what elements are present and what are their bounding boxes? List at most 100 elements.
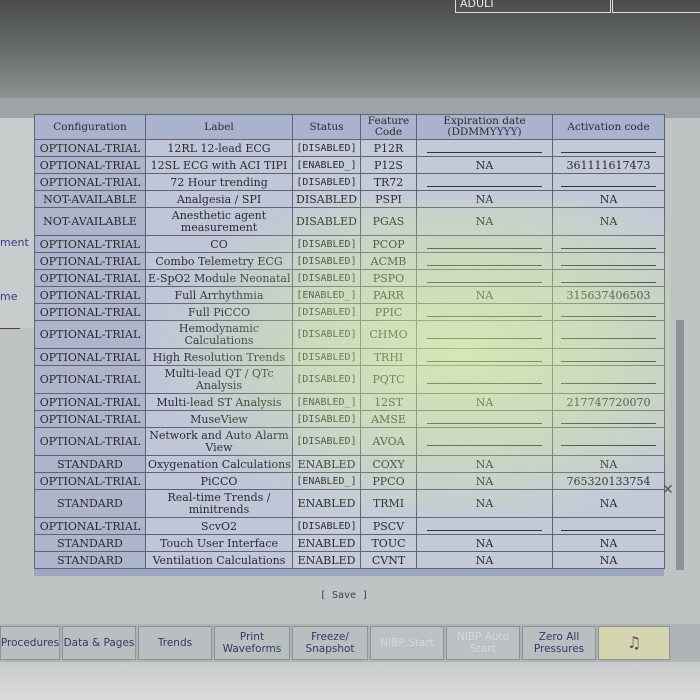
expiration-date-input[interactable] [426,274,543,283]
activation-code-cell[interactable] [552,410,665,428]
status-cell[interactable]: [DISABLED] [292,235,361,253]
activation-code-input[interactable] [561,257,656,266]
table-row[interactable]: OPTIONAL-TRIAL High Resolution Trends [DIS… [34,348,665,366]
activation-code-input[interactable] [561,274,656,283]
table-row[interactable]: OPTIONAL-TRIAL MuseView [DISABLED] AMSE [34,410,665,428]
status-cell[interactable]: [ENABLED_] [292,472,361,490]
table-row[interactable]: STANDARD Ventilation Calculations ENABLED C… [34,551,665,569]
expiration-date-cell[interactable] [416,410,553,428]
status-cell[interactable]: ENABLED [292,534,361,552]
status-cell[interactable]: [DISABLED] [292,139,361,157]
status-cell[interactable]: [DISABLED] [292,427,361,456]
status-cell[interactable]: [ENABLED_] [292,393,361,411]
softkey-freeze-snapshot[interactable]: Freeze/ Snapshot [292,626,368,660]
side-menu-item[interactable]: ment [0,236,29,249]
status-cell[interactable]: [DISABLED] [292,517,361,535]
status-cell[interactable]: [ENABLED_] [292,156,361,174]
table-row[interactable]: OPTIONAL-TRIAL Network and Auto Alarm Vie… [34,427,665,456]
table-row[interactable]: OPTIONAL-TRIAL CO [DISABLED] PCOP [34,235,665,253]
status-cell[interactable]: [DISABLED] [292,410,361,428]
expiration-date-input[interactable] [426,415,543,424]
expiration-date-input[interactable] [426,240,543,249]
activation-code-input[interactable] [561,353,656,362]
expiration-date-cell[interactable] [416,320,553,349]
activation-code-input[interactable] [561,437,656,446]
softkey-procedures[interactable]: Procedures [0,626,60,660]
status-cell[interactable]: [DISABLED] [292,348,361,366]
expiration-date-input[interactable] [426,375,543,384]
expiration-date-cell[interactable] [416,365,553,394]
softkey-print-waveforms[interactable]: Print Waveforms [214,626,290,660]
status-cell[interactable]: [DISABLED] [292,365,361,394]
status-cell[interactable]: DISABLED [292,190,361,208]
expiration-date-cell[interactable] [416,139,553,157]
activation-code-cell[interactable] [552,139,665,157]
status-cell[interactable]: [DISABLED] [292,252,361,270]
activation-code-input[interactable] [561,144,656,153]
close-icon[interactable]: ✕ [662,482,674,498]
table-row[interactable]: STANDARD Oxygenation Calculations ENABLED C… [34,455,665,473]
table-row[interactable]: OPTIONAL-TRIAL Hemodynamic Calculations [D… [34,320,665,349]
table-row[interactable]: OPTIONAL-TRIAL Multi-lead QT / QTc Analys… [34,365,665,394]
expiration-date-input[interactable] [426,144,543,153]
expiration-date-cell[interactable] [416,235,553,253]
status-cell[interactable]: [ENABLED_] [292,286,361,304]
status-cell[interactable]: ENABLED [292,455,361,473]
activation-code-input[interactable] [561,178,656,187]
expiration-date-cell[interactable] [416,252,553,270]
expiration-date-cell[interactable] [416,173,553,191]
table-scrollbar[interactable] [676,320,684,570]
softkey-zero-all-pressures[interactable]: Zero All Pressures [522,626,596,660]
alarm-silence-button[interactable]: ♫ [598,626,670,660]
activation-code-cell[interactable] [552,427,665,456]
activation-code-cell[interactable] [552,173,665,191]
table-row[interactable]: OPTIONAL-TRIAL Multi-lead ST Analysis [ENA… [34,393,665,411]
activation-code-input[interactable] [561,308,656,317]
activation-code-cell[interactable] [552,303,665,321]
table-row[interactable]: STANDARD Touch User Interface ENABLED TOUC N… [34,534,665,552]
expiration-date-input[interactable] [426,308,543,317]
status-cell[interactable]: [DISABLED] [292,303,361,321]
side-menu-item[interactable]: me [0,290,17,303]
activation-code-cell[interactable] [552,320,665,349]
table-row[interactable]: OPTIONAL-TRIAL Combo Telemetry ECG [DISABL… [34,252,665,270]
expiration-date-cell[interactable] [416,427,553,456]
table-row[interactable]: OPTIONAL-TRIAL E-SpO2 Module Neonatal [DIS… [34,269,665,287]
table-row[interactable]: OPTIONAL-TRIAL PiCCO [ENABLED_] PPCO NA 76532… [34,472,665,490]
table-row[interactable]: NOT-AVAILABLE Anesthetic agent measuremen… [34,207,665,236]
expiration-date-input[interactable] [426,437,543,446]
status-cell[interactable]: [DISABLED] [292,173,361,191]
activation-code-cell[interactable] [552,365,665,394]
table-row[interactable]: OPTIONAL-TRIAL Full PiCCO [DISABLED] PPIC [34,303,665,321]
activation-code-cell[interactable] [552,269,665,287]
softkey-trends[interactable]: Trends [138,626,212,660]
expiration-date-input[interactable] [426,353,543,362]
table-row[interactable]: OPTIONAL-TRIAL 72 Hour trending [DISABLED]… [34,173,665,191]
expiration-date-cell[interactable] [416,517,553,535]
activation-code-input[interactable] [561,240,656,249]
status-cell[interactable]: [DISABLED] [292,320,361,349]
status-cell[interactable]: [DISABLED] [292,269,361,287]
table-row[interactable]: NOT-AVAILABLE Analgesia / SPI DISABLED PSPI… [34,190,665,208]
table-row[interactable]: STANDARD Real-time Trends / minitrends ENA… [34,489,665,518]
expiration-date-input[interactable] [426,178,543,187]
expiration-date-input[interactable] [426,257,543,266]
save-button[interactable]: [ Save ] [320,590,368,601]
activation-code-input[interactable] [561,330,656,339]
status-cell[interactable]: ENABLED [292,489,361,518]
table-row[interactable]: OPTIONAL-TRIAL 12SL ECG with ACI TIPI [ENA… [34,156,665,174]
activation-code-input[interactable] [561,522,656,531]
activation-code-cell[interactable] [552,252,665,270]
activation-code-cell[interactable] [552,235,665,253]
expiration-date-cell[interactable] [416,303,553,321]
activation-code-input[interactable] [561,375,656,384]
status-cell[interactable]: ENABLED [292,551,361,569]
activation-code-cell[interactable] [552,348,665,366]
expiration-date-input[interactable] [426,330,543,339]
table-row[interactable]: OPTIONAL-TRIAL 12RL 12-lead ECG [DISABLED]… [34,139,665,157]
activation-code-cell[interactable] [552,517,665,535]
activation-code-input[interactable] [561,415,656,424]
table-row[interactable]: OPTIONAL-TRIAL Full Arrhythmia [ENABLED_] P… [34,286,665,304]
softkey-data-pages[interactable]: Data & Pages [62,626,136,660]
expiration-date-cell[interactable] [416,269,553,287]
